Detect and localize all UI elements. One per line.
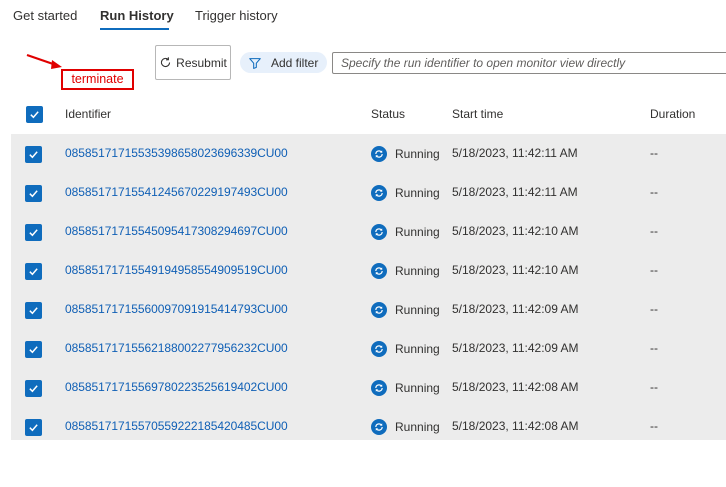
row-checkbox[interactable]: [25, 185, 42, 202]
duration-text: --: [650, 146, 658, 160]
funnel-icon: [249, 57, 261, 69]
start-time-text: 5/18/2023, 11:42:08 AM: [452, 380, 579, 394]
status-text: Running: [395, 186, 440, 200]
running-sync-icon: [371, 341, 387, 357]
table-row[interactable]: 08585171715549194958554909519CU00 Running…: [11, 251, 726, 290]
active-tab-indicator: [100, 28, 169, 30]
tab-run-history[interactable]: Run History: [100, 8, 174, 23]
running-sync-icon: [371, 263, 387, 279]
sync-arrows-icon: [375, 267, 383, 275]
run-identifier-link[interactable]: 08585171715541245670229197493CU00: [65, 185, 288, 199]
tab-get-started[interactable]: Get started: [13, 8, 77, 23]
duration-text: --: [650, 185, 658, 199]
run-identifier-link[interactable]: 08585171715560097091915414793CU00: [65, 302, 288, 316]
sync-arrows-icon: [375, 150, 383, 158]
run-identifier-search-input[interactable]: [332, 52, 726, 74]
column-header-duration[interactable]: Duration: [650, 107, 695, 121]
row-checkbox[interactable]: [25, 380, 42, 397]
annotation-arrow-icon: [26, 53, 62, 69]
column-header-identifier[interactable]: Identifier: [65, 107, 111, 121]
status-text: Running: [395, 342, 440, 356]
run-identifier-link[interactable]: 08585171715549194958554909519CU00: [65, 263, 288, 277]
row-checkbox[interactable]: [25, 224, 42, 241]
status-text: Running: [395, 303, 440, 317]
table-row[interactable]: 08585171715545095417308294697CU00 Running…: [11, 212, 726, 251]
table-row[interactable]: 08585171715570559222185420485CU00 Running…: [11, 407, 726, 446]
start-time-text: 5/18/2023, 11:42:10 AM: [452, 263, 579, 277]
run-history-table: 08585171715535398658023696339CU00 Running…: [11, 134, 726, 440]
checkmark-icon: [29, 151, 38, 159]
row-checkbox[interactable]: [25, 419, 42, 436]
status-text: Running: [395, 147, 440, 161]
duration-text: --: [650, 302, 658, 316]
status-text: Running: [395, 420, 440, 434]
checkmark-icon: [29, 190, 38, 198]
add-filter-label: Add filter: [271, 55, 319, 70]
sync-arrows-icon: [375, 384, 383, 392]
run-identifier-link[interactable]: 08585171715545095417308294697CU00: [65, 224, 288, 238]
start-time-text: 5/18/2023, 11:42:11 AM: [452, 146, 578, 160]
checkmark-icon: [30, 111, 39, 119]
start-time-text: 5/18/2023, 11:42:11 AM: [452, 185, 578, 199]
row-checkbox[interactable]: [25, 341, 42, 358]
sync-arrows-icon: [375, 306, 383, 314]
status-text: Running: [395, 264, 440, 278]
checkmark-icon: [29, 385, 38, 393]
duration-text: --: [650, 419, 658, 433]
row-checkbox[interactable]: [25, 146, 42, 163]
run-identifier-link[interactable]: 08585171715569780223525619402CU00: [65, 380, 288, 394]
start-time-text: 5/18/2023, 11:42:10 AM: [452, 224, 579, 238]
start-time-text: 5/18/2023, 11:42:09 AM: [452, 341, 579, 355]
checkmark-icon: [29, 268, 38, 276]
sync-arrows-icon: [375, 189, 383, 197]
resubmit-label: Resubmit: [176, 55, 227, 70]
tab-trigger-history[interactable]: Trigger history: [195, 8, 278, 23]
annotation-label: terminate: [61, 69, 134, 90]
status-text: Running: [395, 381, 440, 395]
start-time-text: 5/18/2023, 11:42:09 AM: [452, 302, 579, 316]
column-header-status[interactable]: Status: [371, 107, 405, 121]
status-text: Running: [395, 225, 440, 239]
table-row[interactable]: 08585171715562188002277956232CU00 Running…: [11, 329, 726, 368]
running-sync-icon: [371, 185, 387, 201]
run-identifier-link[interactable]: 08585171715535398658023696339CU00: [65, 146, 288, 160]
table-row[interactable]: 08585171715541245670229197493CU00 Running…: [11, 173, 726, 212]
sync-arrows-icon: [375, 228, 383, 236]
add-filter-button[interactable]: Add filter: [240, 52, 327, 73]
run-identifier-link[interactable]: 08585171715570559222185420485CU00: [65, 419, 288, 433]
table-header: Identifier Status Start time Duration: [0, 96, 726, 132]
running-sync-icon: [371, 146, 387, 162]
checkmark-icon: [29, 307, 38, 315]
row-checkbox[interactable]: [25, 263, 42, 280]
sync-arrows-icon: [375, 423, 383, 431]
duration-text: --: [650, 380, 658, 394]
running-sync-icon: [371, 419, 387, 435]
duration-text: --: [650, 224, 658, 238]
checkmark-icon: [29, 229, 38, 237]
row-checkbox[interactable]: [25, 302, 42, 319]
table-row[interactable]: 08585171715569780223525619402CU00 Running…: [11, 368, 726, 407]
running-sync-icon: [371, 302, 387, 318]
running-sync-icon: [371, 380, 387, 396]
duration-text: --: [650, 263, 658, 277]
checkmark-icon: [29, 346, 38, 354]
select-all-checkbox[interactable]: [26, 106, 43, 123]
duration-text: --: [650, 341, 658, 355]
run-identifier-link[interactable]: 08585171715562188002277956232CU00: [65, 341, 288, 355]
resubmit-button[interactable]: Resubmit: [155, 45, 231, 80]
table-row[interactable]: 08585171715560097091915414793CU00 Running…: [11, 290, 726, 329]
start-time-text: 5/18/2023, 11:42:08 AM: [452, 419, 579, 433]
column-header-start-time[interactable]: Start time: [452, 107, 503, 121]
sync-arrows-icon: [375, 345, 383, 353]
running-sync-icon: [371, 224, 387, 240]
checkmark-icon: [29, 424, 38, 432]
refresh-icon: [161, 57, 171, 68]
tab-bar: Get started Run History Trigger history: [0, 0, 726, 34]
table-row[interactable]: 08585171715535398658023696339CU00 Running…: [11, 134, 726, 173]
